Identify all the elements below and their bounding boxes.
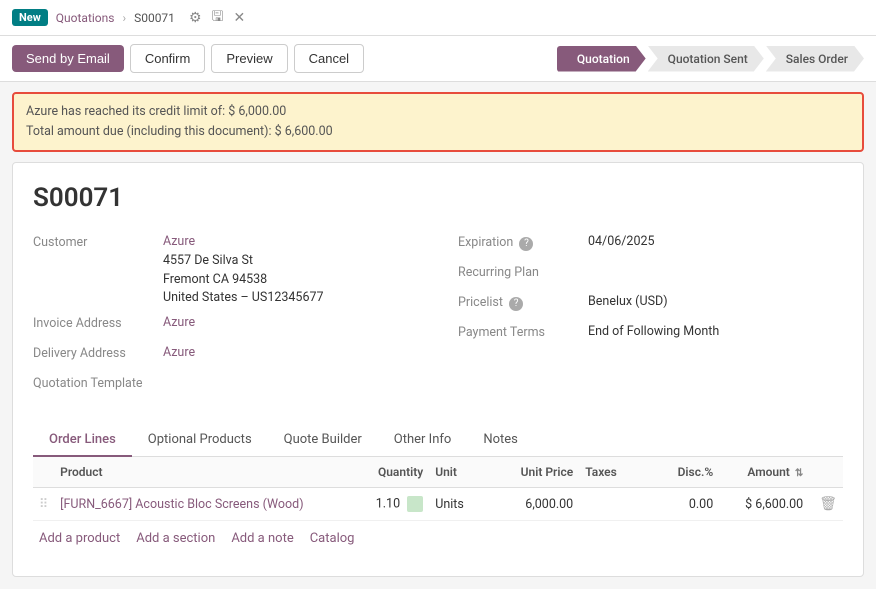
tab-notes[interactable]: Notes [467, 424, 534, 457]
customer-label: Customer [33, 233, 163, 250]
invoice-address-value[interactable]: Azure [163, 314, 195, 333]
row-product[interactable]: [FURN_6667] Acoustic Bloc Screens (Wood) [54, 488, 349, 521]
catalog-link[interactable]: Catalog [310, 531, 355, 546]
row-unit-price[interactable]: 6,000.00 [499, 488, 579, 521]
send-by-email-button[interactable]: Send by Email [12, 45, 124, 72]
expiration-label: Expiration ? [458, 233, 588, 251]
table-header-row: Product Quantity Unit Unit Price Taxes D… [33, 457, 843, 488]
row-quantity[interactable]: 1.10 [349, 488, 429, 521]
col-drag-header [33, 457, 54, 488]
cancel-button[interactable]: Cancel [294, 44, 364, 73]
settings-icon[interactable]: ⚙ [187, 6, 204, 30]
tab-optional-products[interactable]: Optional Products [132, 424, 268, 457]
customer-address2: Fremont CA 94538 [163, 271, 324, 290]
delete-icon[interactable]: 🗑 [819, 496, 837, 512]
product-link[interactable]: [FURN_6667] Acoustic Bloc Screens (Wood) [60, 497, 303, 512]
delivery-address-label: Delivery Address [33, 344, 163, 361]
recurring-plan-label: Recurring Plan [458, 263, 588, 280]
form-right: Expiration ? 04/06/2025 Recurring Plan P… [458, 233, 843, 404]
pricelist-value[interactable]: Benelux (USD) [588, 293, 668, 312]
add-note-link[interactable]: Add a note [231, 531, 293, 546]
table-row: ⠿ [FURN_6667] Acoustic Bloc Screens (Woo… [33, 488, 843, 521]
invoice-address-label: Invoice Address [33, 314, 163, 331]
delivery-address-value[interactable]: Azure [163, 344, 195, 363]
tab-order-lines[interactable]: Order Lines [33, 424, 132, 457]
col-taxes-header: Taxes [579, 457, 659, 488]
row-unit[interactable]: Units [429, 488, 499, 521]
row-delete[interactable]: 🗑 [809, 488, 843, 521]
pricelist-help-icon[interactable]: ? [509, 297, 523, 311]
form-grid: Customer Azure 4557 De Silva St Fremont … [33, 233, 843, 404]
customer-name[interactable]: Azure [163, 233, 324, 252]
add-section-link[interactable]: Add a section [136, 531, 215, 546]
new-badge: New [12, 9, 48, 26]
delivery-address-row: Delivery Address Azure [33, 344, 418, 368]
col-disc-header: Disc.% [659, 457, 719, 488]
payment-terms-label: Payment Terms [458, 323, 588, 340]
row-amount: $ 6,600.00 [719, 488, 809, 521]
row-disc[interactable]: 0.00 [659, 488, 719, 521]
main-content: S00071 Customer Azure 4557 De Silva St F… [12, 162, 864, 577]
payment-terms-row: Payment Terms End of Following Month [458, 323, 843, 347]
tab-quote-builder[interactable]: Quote Builder [268, 424, 378, 457]
image-icon[interactable] [407, 496, 423, 512]
tab-other-info[interactable]: Other Info [378, 424, 468, 457]
breadcrumb-bar: New Quotations › S00071 ⚙ 🖫 ✕ [0, 0, 876, 36]
breadcrumb-separator: › [122, 11, 126, 25]
breadcrumb-current: S00071 [134, 11, 175, 25]
warning-line2: Total amount due (including this documen… [26, 122, 850, 142]
customer-row: Customer Azure 4557 De Silva St Fremont … [33, 233, 418, 308]
customer-address3: United States – US12345677 [163, 289, 324, 308]
status-sales-order[interactable]: Sales Order [766, 46, 864, 72]
product-code: [FURN_6667] [60, 497, 132, 512]
amount-sort-icon[interactable]: ⇅ [795, 468, 803, 479]
status-quotation[interactable]: Quotation [557, 46, 646, 72]
row-taxes[interactable] [579, 488, 659, 521]
quotation-template-label: Quotation Template [33, 374, 163, 391]
tabs-bar: Order Lines Optional Products Quote Buil… [33, 424, 843, 457]
drag-dots-icon: ⠿ [39, 497, 48, 512]
warning-line1: Azure has reached its credit limit of: $… [26, 102, 850, 122]
pricelist-row: Pricelist ? Benelux (USD) [458, 293, 843, 317]
action-bar: Send by Email Confirm Preview Cancel Quo… [0, 36, 876, 82]
payment-terms-value[interactable]: End of Following Month [588, 323, 719, 342]
breadcrumb-parent[interactable]: Quotations [56, 11, 115, 25]
customer-value: Azure 4557 De Silva St Fremont CA 94538 … [163, 233, 324, 308]
pricelist-label: Pricelist ? [458, 293, 588, 311]
col-product-header: Product [54, 457, 349, 488]
expiration-help-icon[interactable]: ? [519, 237, 533, 251]
col-quantity-header: Quantity [349, 457, 429, 488]
form-left: Customer Azure 4557 De Silva St Fremont … [33, 233, 418, 404]
expiration-value[interactable]: 04/06/2025 [588, 233, 655, 252]
preview-button[interactable]: Preview [211, 44, 287, 73]
col-actions-header [809, 457, 843, 488]
document-number: S00071 [33, 183, 843, 213]
breadcrumb-icons: ⚙ 🖫 ✕ [187, 6, 247, 30]
status-pipeline: Quotation Quotation Sent Sales Order [557, 46, 864, 72]
discard-icon[interactable]: ✕ [231, 6, 247, 30]
recurring-plan-row: Recurring Plan [458, 263, 843, 287]
expiration-row: Expiration ? 04/06/2025 [458, 233, 843, 257]
status-quotation-sent[interactable]: Quotation Sent [648, 46, 764, 72]
credit-warning-box: Azure has reached its credit limit of: $… [12, 92, 864, 152]
order-lines-table: Product Quantity Unit Unit Price Taxes D… [33, 457, 843, 521]
row-drag-handle[interactable]: ⠿ [33, 488, 54, 521]
col-amount-header: Amount ⇅ [719, 457, 809, 488]
confirm-button[interactable]: Confirm [130, 44, 206, 73]
add-product-link[interactable]: Add a product [39, 531, 120, 546]
product-name: Acoustic Bloc Screens (Wood) [135, 497, 303, 512]
quotation-template-row: Quotation Template [33, 374, 418, 398]
save-icon[interactable]: 🖫 [210, 6, 226, 30]
add-links-bar: Add a product Add a section Add a note C… [33, 521, 843, 556]
customer-address1: 4557 De Silva St [163, 252, 324, 271]
col-unit-price-header: Unit Price [499, 457, 579, 488]
col-unit-header: Unit [429, 457, 499, 488]
invoice-address-row: Invoice Address Azure [33, 314, 418, 338]
